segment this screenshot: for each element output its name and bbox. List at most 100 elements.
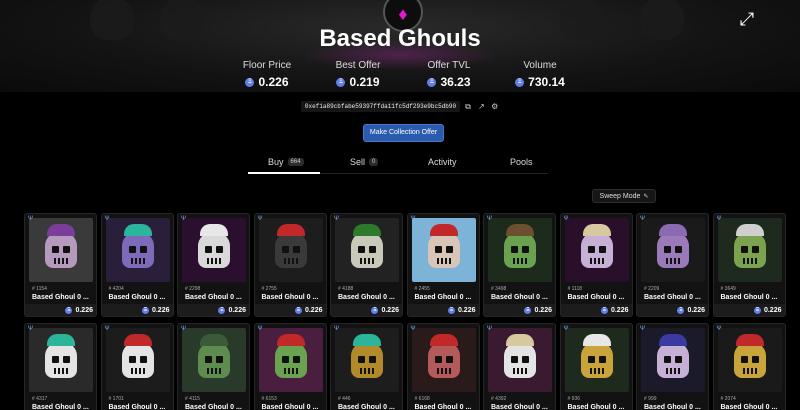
nft-name: Based Ghoul 0 ... bbox=[338, 294, 395, 301]
tab-pools[interactable]: Pools bbox=[510, 157, 533, 167]
nft-card[interactable]: Ψ # 2298 Based Ghoul 0 ... Ξ 0.226 bbox=[177, 213, 250, 317]
ghoul-eye bbox=[128, 246, 136, 253]
tab-sell[interactable]: Sell 0 bbox=[350, 157, 379, 167]
nft-token-id: # 4115 bbox=[185, 396, 200, 402]
ghoul-eye bbox=[139, 356, 147, 363]
nft-card[interactable]: Ψ # 1118 Based Ghoul 0 ... Ξ 0.226 bbox=[559, 213, 633, 317]
copy-icon[interactable]: ⧉ bbox=[465, 102, 473, 111]
nft-name: Based Ghoul 0 ... bbox=[414, 294, 472, 301]
ghoul-eye bbox=[139, 246, 147, 253]
nft-image bbox=[411, 328, 476, 392]
external-link-icon[interactable]: ↗ bbox=[478, 102, 486, 111]
ghoul-hat bbox=[506, 334, 534, 346]
ghoul-eye bbox=[511, 356, 518, 363]
ghoul-hat bbox=[659, 224, 687, 236]
ghoul-teeth bbox=[666, 368, 680, 374]
chain-icon: Ψ bbox=[104, 326, 110, 332]
nft-card[interactable]: Ψ # 4188 Based Ghoul 0 ... Ξ 0.226 bbox=[330, 213, 403, 317]
nft-card[interactable]: Ψ# 4392Based Ghoul 0 ...Ξ0.226 bbox=[483, 323, 556, 410]
nft-image bbox=[335, 218, 399, 282]
eth-icon: Ξ bbox=[753, 306, 761, 314]
nft-card[interactable]: Ψ # 2455 Based Ghoul 0 ... Ξ 0.226 bbox=[406, 213, 480, 317]
nft-token-id: # 4392 bbox=[491, 396, 507, 402]
nft-card[interactable]: Ψ# 446Based Ghoul 0 ...Ξ0.226 bbox=[330, 323, 403, 410]
contract-address: 0xef1a89cbfabe59397ffda11fc5df293e9bc5db… bbox=[300, 101, 461, 112]
nft-card[interactable]: Ψ # 3498 Based Ghoul 0 ... Ξ 0.226 bbox=[483, 213, 556, 317]
nft-card[interactable]: Ψ# 4317Based Ghoul 0 ...Ξ0.226 bbox=[24, 323, 97, 410]
nft-card[interactable]: Ψ # 3649 Based Ghoul 0 ... Ξ 0.226 bbox=[712, 213, 786, 317]
nft-card[interactable]: Ψ# 1701Based Ghoul 0 ...Ξ0.226 bbox=[100, 323, 174, 410]
stat-label: Best Offer bbox=[335, 60, 381, 71]
nft-price-value: 0.226 bbox=[763, 306, 782, 314]
active-tab-indicator bbox=[248, 172, 320, 174]
nft-token-id: # 2755 bbox=[261, 286, 277, 292]
nft-image bbox=[258, 328, 323, 392]
nft-token-id: # 2455 bbox=[414, 286, 430, 292]
make-collection-offer-button[interactable]: Make Collection Offer bbox=[363, 124, 444, 142]
ghoul-skull bbox=[733, 232, 766, 268]
ghoul-eye bbox=[598, 356, 606, 363]
sweep-mode-toggle[interactable]: Sweep Mode ✎ bbox=[592, 189, 656, 203]
nft-token-id: # 2298 bbox=[185, 286, 201, 292]
ghoul-teeth bbox=[130, 368, 145, 374]
ghoul-teeth bbox=[360, 368, 374, 374]
nft-card[interactable]: Ψ# 2074Based Ghoul 0 ...Ξ0.226 bbox=[712, 323, 786, 410]
ghoul-eye bbox=[740, 356, 748, 363]
ghoul-skull bbox=[45, 342, 77, 378]
expand-icon[interactable]: ⤢ bbox=[736, 8, 758, 30]
ghoul-teeth bbox=[54, 368, 68, 374]
ghoul-teeth bbox=[513, 258, 527, 264]
chain-icon: Ψ bbox=[257, 326, 263, 332]
nft-card[interactable]: Ψ # 2209 Based Ghoul 0 ... Ξ 0.226 bbox=[636, 213, 709, 317]
nft-card[interactable]: Ψ# 6168Based Ghoul 0 ...Ξ0.226 bbox=[406, 323, 480, 410]
nft-name: Based Ghoul 0 ... bbox=[720, 294, 778, 301]
stat-floor-price: Floor Price Ξ 0.226 bbox=[222, 60, 312, 89]
ghoul-skull bbox=[733, 342, 766, 378]
chain-icon: Ψ bbox=[181, 326, 187, 332]
ghoul-eye bbox=[751, 246, 759, 253]
nft-card[interactable]: Ψ# 4115Based Ghoul 0 ...Ξ0.226 bbox=[177, 323, 250, 410]
tab-buy[interactable]: Buy 664 bbox=[268, 157, 304, 167]
nft-token-id: # 3498 bbox=[491, 286, 507, 292]
ghoul-eye bbox=[205, 356, 212, 363]
ghoul-teeth bbox=[130, 258, 145, 264]
ghoul-eye bbox=[205, 246, 212, 253]
ghoul-eye bbox=[358, 356, 365, 363]
ghoul-eye bbox=[445, 246, 453, 253]
ghoul-eye bbox=[434, 246, 442, 253]
ghoul-skull bbox=[657, 342, 689, 378]
tab-activity[interactable]: Activity bbox=[428, 157, 457, 167]
nft-card[interactable]: Ψ # 1154 Based Ghoul 0 ... Ξ 0.226 bbox=[24, 213, 97, 317]
nft-card[interactable]: Ψ # 2755 Based Ghoul 0 ... Ξ 0.226 bbox=[253, 213, 327, 317]
ghoul-eye bbox=[522, 246, 529, 253]
ghoul-eye bbox=[216, 246, 223, 253]
nft-price-value: 0.226 bbox=[228, 306, 246, 314]
nft-card[interactable]: Ψ # 4204 Based Ghoul 0 ... Ξ 0.226 bbox=[100, 213, 174, 317]
ghoul-skull bbox=[121, 232, 154, 268]
nft-name: Based Ghoul 0 ... bbox=[185, 294, 242, 301]
contract-address-row: 0xef1a89cbfabe59397ffda11fc5df293e9bc5db… bbox=[0, 101, 800, 112]
chain-icon: Ψ bbox=[487, 326, 493, 332]
nft-image bbox=[105, 328, 170, 392]
eth-icon: Ξ bbox=[245, 77, 255, 87]
tabs: Buy 664 Sell 0 Activity Pools bbox=[248, 157, 548, 175]
nft-token-id: # 4317 bbox=[32, 396, 48, 402]
nft-image bbox=[717, 218, 782, 282]
settings-icon[interactable]: ⚙ bbox=[491, 102, 499, 111]
nft-price-value: 0.226 bbox=[381, 306, 399, 314]
stat-label: Offer TVL bbox=[427, 60, 471, 71]
ghoul-eye bbox=[292, 246, 300, 253]
nft-card[interactable]: Ψ# 6153Based Ghoul 0 ...Ξ0.226 bbox=[253, 323, 327, 410]
eth-icon: Ξ bbox=[600, 306, 608, 314]
ghoul-teeth bbox=[207, 368, 221, 374]
ghoul-hat bbox=[123, 224, 152, 236]
nft-card[interactable]: Ψ# 999Based Ghoul 0 ...Ξ0.226 bbox=[636, 323, 709, 410]
nft-name: Based Ghoul 0 ... bbox=[567, 404, 625, 410]
ghoul-skull bbox=[198, 232, 230, 268]
ghoul-eye bbox=[598, 246, 606, 253]
nft-token-id: # 2074 bbox=[720, 396, 736, 402]
chain-icon: Ψ bbox=[410, 326, 416, 332]
tab-label: Pools bbox=[510, 157, 533, 167]
nft-card[interactable]: Ψ# 936Based Ghoul 0 ...Ξ0.226 bbox=[559, 323, 633, 410]
stat-value: 0.219 bbox=[349, 75, 380, 89]
